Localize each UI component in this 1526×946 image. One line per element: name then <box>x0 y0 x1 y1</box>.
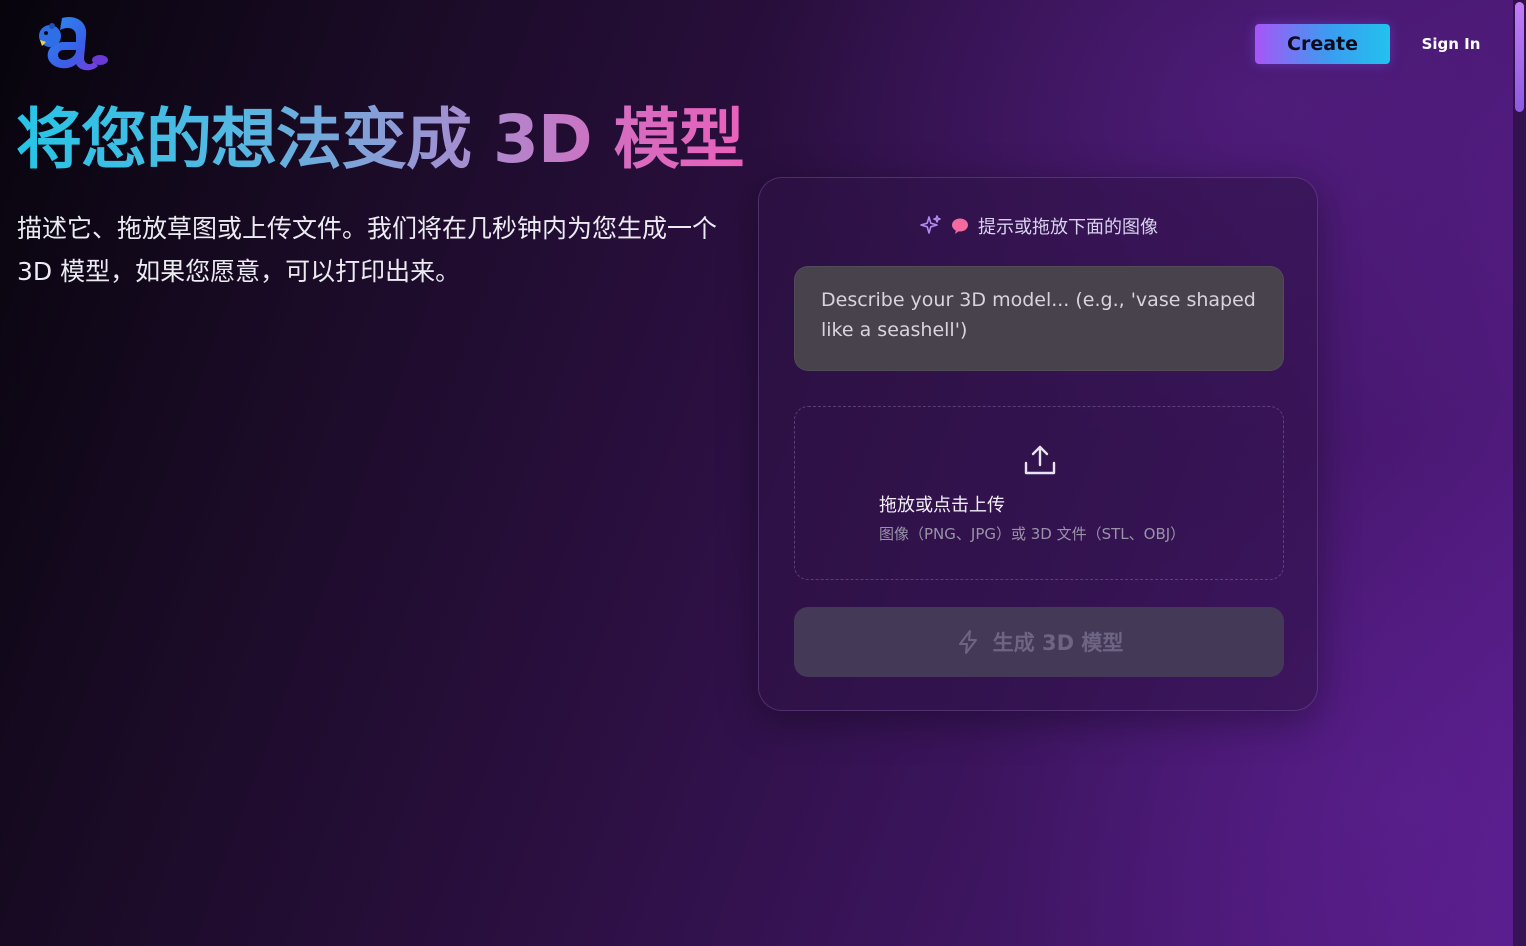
hero-title: 将您的想法变成 3D 模型 <box>16 96 756 184</box>
generate-model-button[interactable]: 生成 3D 模型 <box>794 607 1284 677</box>
card-header-text: 提示或拖放下面的图像 <box>978 217 1158 238</box>
hero-subtitle: 描述它、拖放草图或上传文件。我们将在几秒钟内为您生成一个 3D 模型，如果您愿意… <box>17 214 718 286</box>
prompt-input[interactable] <box>794 266 1284 371</box>
speech-bubble-icon <box>950 216 970 236</box>
create-button[interactable]: Create <box>1255 24 1390 64</box>
generate-button-label: 生成 3D 模型 <box>992 631 1124 655</box>
logo-icon[interactable] <box>36 12 110 72</box>
upload-dropzone[interactable]: 拖放或点击上传 图像（PNG、JPG）或 3D 文件（STL、OBJ） <box>794 406 1284 580</box>
create-model-card: 提示或拖放下面的图像 拖放或点击上传 图像（PNG、JPG）或 3D 文件（ST… <box>758 177 1318 711</box>
dropzone-hint: 图像（PNG、JPG）或 3D 文件（STL、OBJ） <box>879 525 1186 543</box>
lightning-bolt-icon <box>955 629 981 655</box>
upload-icon <box>1022 443 1058 479</box>
sign-in-button[interactable]: Sign In <box>1414 30 1488 58</box>
dropzone-title: 拖放或点击上传 <box>879 495 1005 516</box>
scrollbar-track[interactable] <box>1513 0 1526 946</box>
card-header: 提示或拖放下面的图像 <box>759 212 1317 240</box>
sparkle-icon <box>918 214 942 238</box>
scrollbar-thumb[interactable] <box>1515 2 1524 112</box>
